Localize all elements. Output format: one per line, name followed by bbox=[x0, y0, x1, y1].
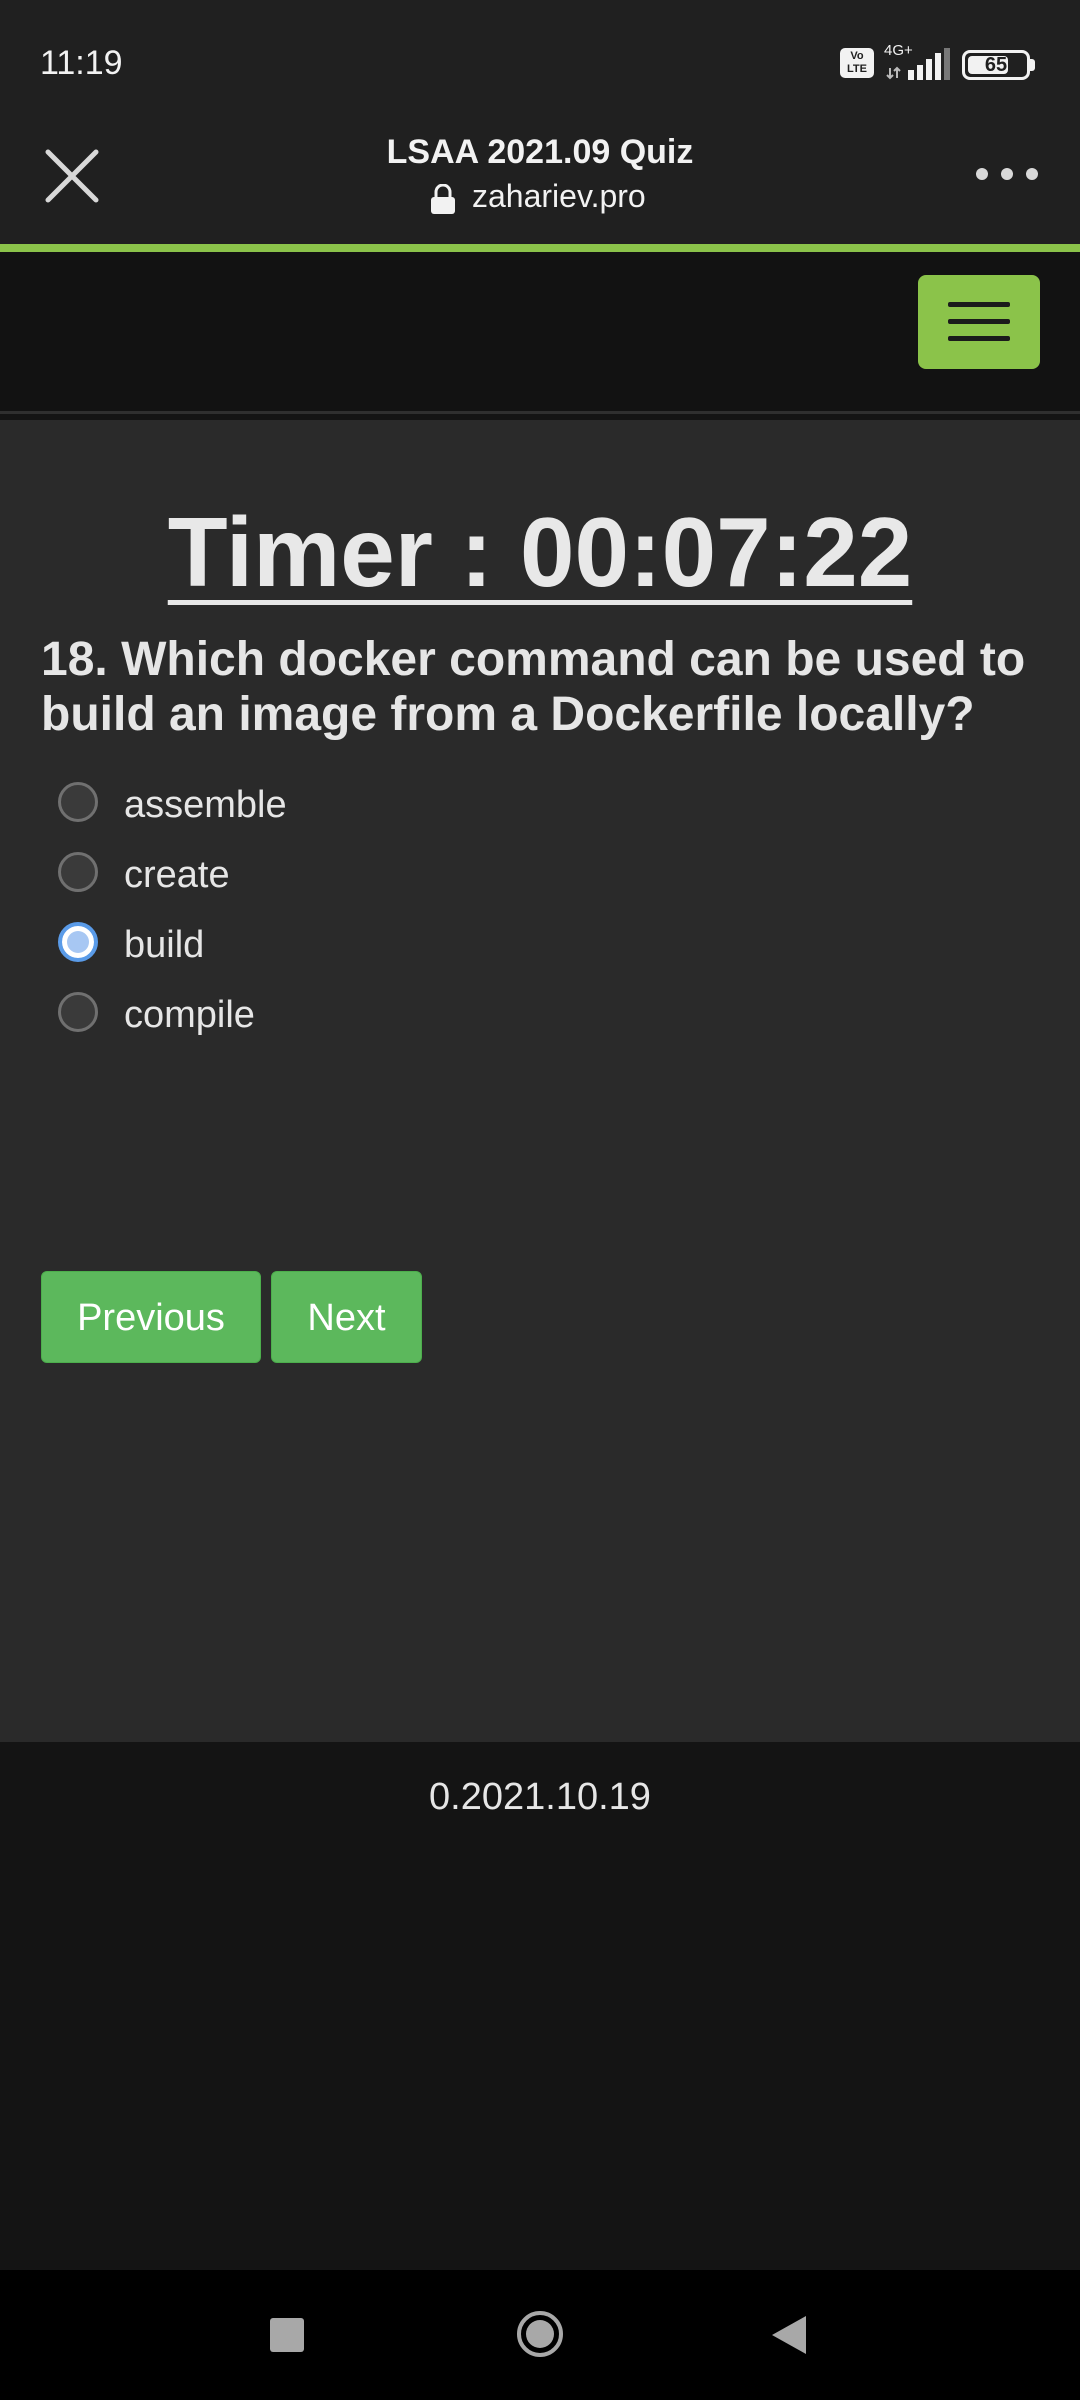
radio-button[interactable] bbox=[58, 782, 98, 822]
more-horizontal-icon[interactable] bbox=[972, 160, 1042, 188]
volte-label: Vo LTE bbox=[847, 50, 867, 75]
next-button[interactable]: Next bbox=[271, 1271, 422, 1363]
hamburger-icon bbox=[948, 336, 1010, 341]
hamburger-icon bbox=[948, 302, 1010, 307]
option-label: create bbox=[124, 854, 230, 896]
radio-button[interactable] bbox=[58, 992, 98, 1032]
quiz-panel bbox=[0, 420, 1080, 1742]
option-label: build bbox=[124, 924, 205, 966]
square-icon[interactable] bbox=[270, 2318, 304, 2352]
signal-icon bbox=[886, 48, 950, 80]
volte-icon: Vo LTE bbox=[840, 48, 874, 78]
triangle-back-icon[interactable] bbox=[768, 2314, 808, 2356]
battery-tip bbox=[1030, 59, 1035, 71]
option-label: compile bbox=[124, 994, 255, 1036]
battery-icon: 65 bbox=[962, 50, 1030, 80]
hamburger-menu-button[interactable] bbox=[918, 275, 1040, 369]
option-label: assemble bbox=[124, 784, 287, 826]
quiz-timer: Timer : 00:07:22 bbox=[167, 497, 913, 607]
page-title: LSAA 2021.09 Quiz bbox=[386, 133, 694, 171]
page-domain[interactable]: zahariev.pro bbox=[472, 178, 646, 215]
circle-icon[interactable] bbox=[515, 2309, 565, 2359]
hamburger-icon bbox=[948, 319, 1010, 324]
battery-level: 65 bbox=[984, 54, 1008, 76]
version-label: 0.2021.10.19 bbox=[429, 1776, 651, 1818]
page-load-bar bbox=[0, 244, 1080, 252]
status-time: 11:19 bbox=[40, 44, 123, 82]
radio-button[interactable] bbox=[58, 852, 98, 892]
lock-icon bbox=[431, 184, 455, 214]
close-icon[interactable] bbox=[40, 144, 104, 208]
previous-button[interactable]: Previous bbox=[41, 1271, 261, 1363]
question-text: 18. Which docker command can be used to … bbox=[41, 633, 1026, 741]
radio-button-selected[interactable] bbox=[58, 922, 98, 962]
